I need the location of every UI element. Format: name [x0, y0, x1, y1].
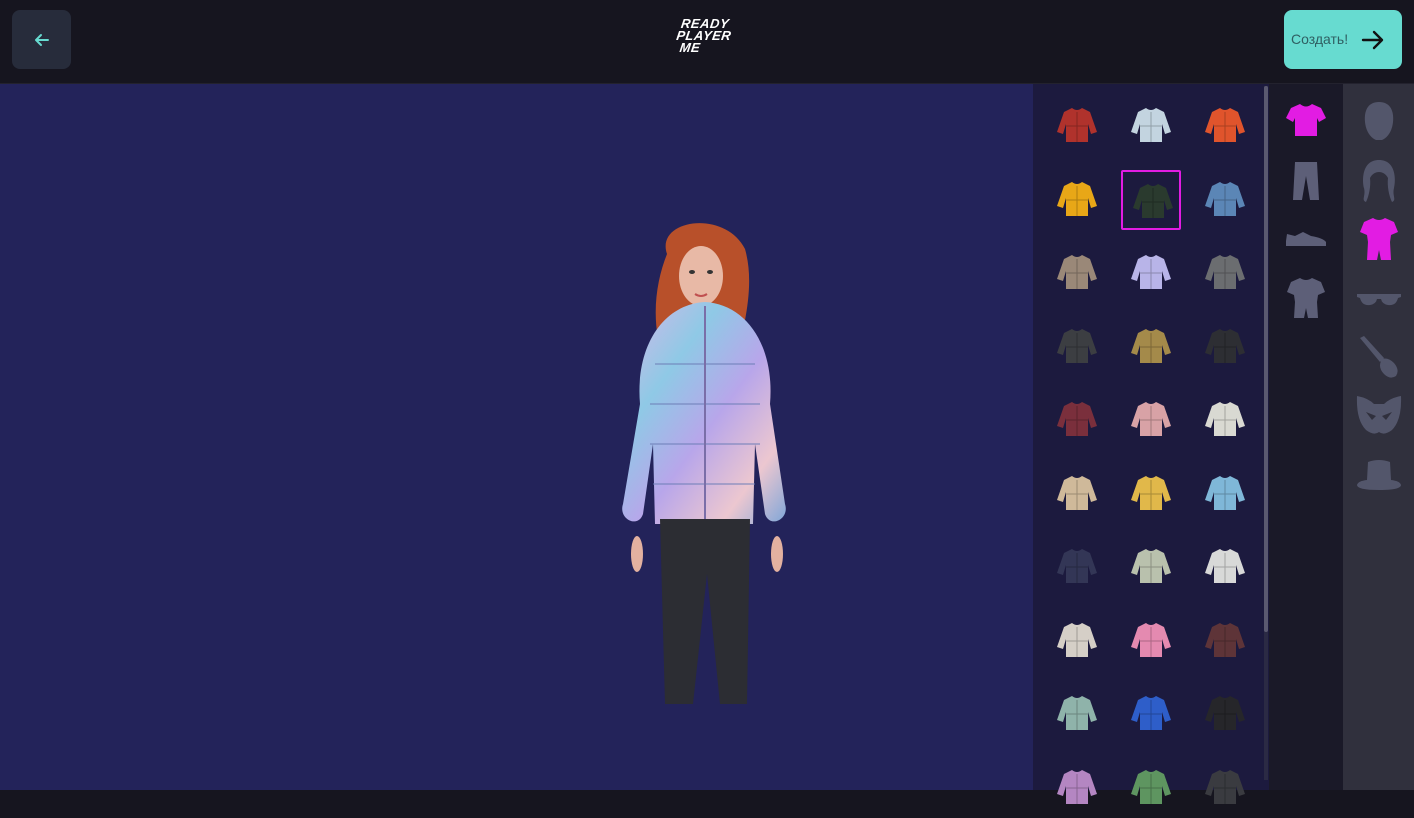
arrow-right-icon [1361, 30, 1384, 50]
outfit-grid-scrollbar[interactable] [1264, 86, 1268, 780]
pants-icon [1293, 162, 1319, 200]
outfit-item[interactable] [1121, 96, 1181, 156]
category-head[interactable] [1354, 96, 1404, 146]
jacket-charcoal-icon [1205, 769, 1245, 804]
top-bar: READY PLAYER ME Создать! [0, 0, 1414, 84]
hoodie-mint-icon [1057, 696, 1097, 730]
scrollbar-thumb[interactable] [1264, 86, 1268, 632]
category-outfit[interactable] [1354, 214, 1404, 264]
arrow-left-icon [34, 33, 49, 46]
outfit-item[interactable] [1195, 684, 1255, 744]
outfit-icon [1287, 278, 1325, 318]
outfit-item[interactable] [1195, 464, 1255, 524]
puffer-holographic-icon [1131, 255, 1171, 289]
outfit-item[interactable] [1195, 317, 1255, 377]
outfit-item[interactable] [1195, 96, 1255, 156]
back-button[interactable] [12, 10, 71, 69]
jacket-camo-icon [1131, 328, 1171, 363]
outfit-grid-panel [1033, 84, 1269, 804]
outfit-item[interactable] [1047, 243, 1107, 303]
outfit-item[interactable] [1047, 170, 1107, 230]
outfit-item[interactable] [1047, 317, 1107, 377]
tshirt-light-blue-icon [1131, 108, 1171, 142]
outfit-item[interactable] [1121, 169, 1181, 230]
outfit-item[interactable] [1195, 243, 1255, 303]
outfit-item[interactable] [1195, 537, 1255, 597]
category-hat[interactable] [1354, 450, 1404, 500]
jacket-beige-icon [1057, 255, 1097, 289]
tshirt-white-print-icon [1205, 402, 1245, 436]
outfit-item[interactable] [1121, 390, 1181, 450]
jacket-red-grey-icon [1057, 108, 1097, 142]
hoodie-navy-icon [1057, 549, 1097, 583]
category-makeup[interactable] [1354, 332, 1404, 382]
jacket-yellow-blue-icon [1131, 475, 1171, 510]
outfit-item[interactable] [1047, 390, 1107, 450]
puffer-pink-icon [1131, 622, 1171, 657]
outfit-item[interactable] [1195, 170, 1255, 230]
jacket-blue-white-icon [1205, 475, 1245, 510]
outfit-item[interactable] [1047, 96, 1107, 156]
subcategory-nav [1269, 84, 1343, 790]
outfit-item[interactable] [1047, 464, 1107, 524]
jacket-black-neon-icon [1133, 183, 1173, 218]
category-glasses[interactable] [1354, 274, 1404, 324]
category-mask[interactable] [1354, 390, 1404, 440]
head-icon [1364, 102, 1394, 140]
avatar-viewport[interactable] [0, 84, 1033, 790]
outfit-item[interactable] [1047, 684, 1107, 744]
sweater-blue-icon [1131, 696, 1171, 730]
category-nav [1343, 84, 1414, 790]
makeup-brush-icon [1360, 336, 1398, 378]
outfit-item[interactable] [1121, 684, 1181, 744]
outfit-item[interactable] [1121, 464, 1181, 524]
sweater-cream-icon [1057, 475, 1097, 510]
jacket-cream-red-icon [1057, 622, 1097, 657]
hoodie-pink-teal-icon [1131, 402, 1171, 436]
subcategory-shoes[interactable] [1281, 214, 1331, 264]
tshirt-maroon-icon [1057, 402, 1097, 436]
jacket-black-white-icon [1205, 696, 1245, 730]
create-button-label: Создать! [1291, 31, 1349, 47]
glasses-icon [1357, 294, 1401, 306]
outfit-item[interactable] [1121, 243, 1181, 303]
outfit-item[interactable] [1047, 537, 1107, 597]
logo-line-3: ME [678, 40, 702, 55]
outfit-item[interactable] [1121, 317, 1181, 377]
create-button[interactable]: Создать! [1284, 10, 1402, 69]
subcategory-outfit[interactable] [1281, 272, 1331, 322]
puffer-orange-icon [1205, 108, 1245, 142]
mask-icon [1356, 396, 1402, 434]
jacket-grey-icon [1205, 255, 1245, 289]
avatar-preview[interactable] [595, 214, 815, 714]
outfit-item[interactable] [1121, 537, 1181, 597]
outfit-item[interactable] [1195, 758, 1255, 818]
outfit-item[interactable] [1195, 611, 1255, 671]
jacket-floral-icon [1057, 769, 1097, 804]
shoe-icon [1286, 232, 1326, 246]
hat-icon [1357, 460, 1401, 490]
hoodie-yellow-icon [1057, 181, 1097, 216]
outfit-icon [1360, 218, 1398, 260]
ready-player-me-logo: READY PLAYER ME [669, 16, 745, 60]
hair-icon [1363, 160, 1395, 202]
jacket-white-icon [1205, 549, 1245, 583]
subcategory-pants[interactable] [1281, 156, 1331, 206]
outfit-item[interactable] [1121, 758, 1181, 818]
category-hair[interactable] [1354, 156, 1404, 206]
tshirt-icon [1286, 104, 1326, 136]
outfit-item[interactable] [1195, 390, 1255, 450]
jacket-sage-icon [1131, 549, 1171, 583]
outfit-item[interactable] [1047, 611, 1107, 671]
tshirt-black-icon [1205, 328, 1245, 363]
outfit-item[interactable] [1121, 611, 1181, 671]
outfit-item[interactable] [1047, 758, 1107, 818]
jacket-burgundy-icon [1205, 622, 1245, 657]
jacket-denim-icon [1205, 181, 1245, 216]
parka-dark-icon [1057, 328, 1097, 363]
subcategory-tshirt[interactable] [1281, 96, 1331, 146]
jacket-green-icon [1131, 769, 1171, 804]
